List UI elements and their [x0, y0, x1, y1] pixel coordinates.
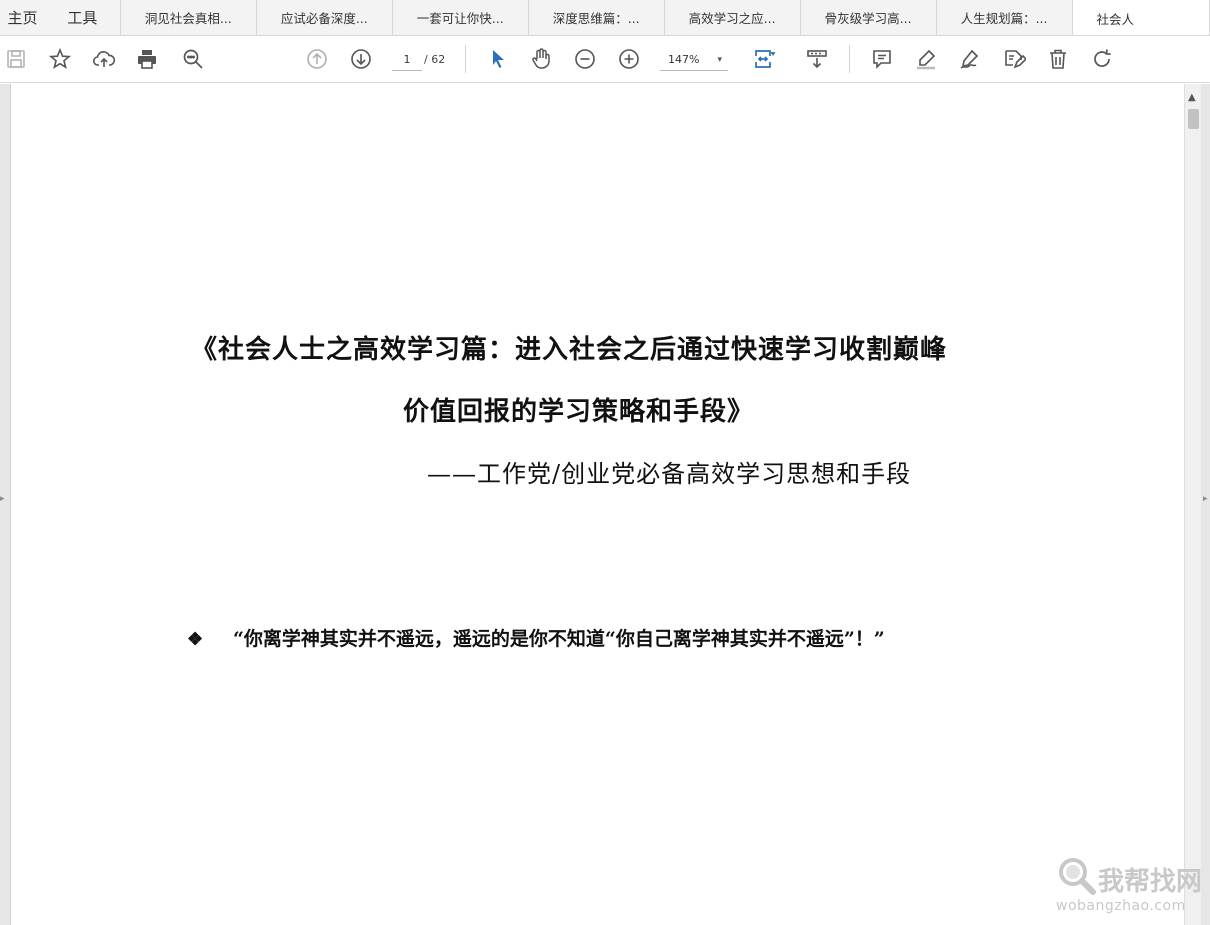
- menu-tools[interactable]: 工具: [45, 0, 121, 35]
- doc-tab-5[interactable]: 高效学习之应...: [665, 0, 801, 35]
- save-icon: [7, 50, 25, 68]
- doc-tab-7[interactable]: 人生规划篇：...: [937, 0, 1073, 35]
- toolbar: 1 / 62 147% ▾: [0, 36, 1210, 83]
- trash-icon: [1050, 49, 1066, 69]
- document-quote: ❖ “你离学神其实并不遥远，遥远的是你不知道“你自己离学神其实并不遥远”！”: [187, 624, 997, 655]
- doc-tab-6[interactable]: 骨灰级学习高...: [801, 0, 937, 35]
- magnifier-logo-icon: [1059, 858, 1096, 895]
- zoom-level-select[interactable]: 147% ▾: [660, 49, 728, 71]
- stamp-icon: [1005, 50, 1026, 69]
- page-total-label: / 62: [424, 53, 446, 66]
- select-tool-button[interactable]: [483, 44, 513, 74]
- star-icon: [48, 47, 72, 69]
- document-title-line-2: 价值回报的学习策略和手段》: [403, 397, 755, 427]
- doc-tab-2[interactable]: 应试必备深度...: [257, 0, 393, 35]
- highlight-icon: [917, 49, 936, 70]
- print-button[interactable]: [132, 44, 162, 74]
- quote-text: “你离学神其实并不遥远，遥远的是你不知道“你自己离学神其实并不遥远”！”: [233, 628, 885, 650]
- menu-home[interactable]: 主页: [0, 0, 45, 35]
- scroll-mode-icon: [807, 50, 827, 69]
- document-page: 《社会人士之高效学习篇：进入社会之后通过快速学习收割巅峰 价值回报的学习策略和手…: [10, 84, 1184, 925]
- toolbar-divider: [465, 45, 466, 73]
- watermark-domain: wobangzhao.com: [1056, 898, 1186, 914]
- highlight-button[interactable]: [911, 44, 941, 74]
- rotate-button[interactable]: [1087, 44, 1117, 74]
- doc-tab-active[interactable]: 社会人: [1072, 0, 1210, 35]
- cloud-upload-icon: [92, 51, 116, 67]
- document-title-line-1: 《社会人士之高效学习篇：进入社会之后通过快速学习收割巅峰: [191, 335, 948, 365]
- tab-bar: 主页 工具 洞见社会真相... 应试必备深度... 一套可让你快... 深度思维…: [0, 0, 1210, 36]
- printer-icon: [138, 50, 156, 69]
- delete-button[interactable]: [1043, 44, 1073, 74]
- cursor-icon: [493, 50, 504, 68]
- sign-icon: [960, 49, 979, 69]
- doc-tab-4[interactable]: 深度思维篇：...: [529, 0, 665, 35]
- zoom-level-value: 147%: [668, 53, 700, 66]
- zoom-out-icon: [575, 49, 595, 69]
- right-panel-toggle-icon[interactable]: ▸: [1203, 494, 1208, 504]
- comment-icon: [873, 50, 891, 69]
- bullet-diamond-icon: ❖: [187, 629, 204, 650]
- bookmark-button[interactable]: [45, 44, 75, 74]
- search-icon: [183, 49, 203, 69]
- scroll-mode-button[interactable]: [802, 44, 832, 74]
- watermark-title: 我帮找网: [1098, 867, 1203, 897]
- doc-tab-3[interactable]: 一套可让你快...: [393, 0, 529, 35]
- doc-tab-1[interactable]: 洞见社会真相...: [121, 0, 257, 35]
- stamp-button[interactable]: [999, 44, 1029, 74]
- document-subtitle: ——工作党/创业党必备高效学习思想和手段: [427, 460, 912, 488]
- site-watermark: 我帮找网 wobangzhao.com: [1056, 855, 1206, 920]
- document-viewer[interactable]: 《社会人士之高效学习篇：进入社会之后通过快速学习收割巅峰 价值回报的学习策略和手…: [0, 84, 1210, 925]
- toolbar-divider: [849, 45, 850, 73]
- next-page-button[interactable]: [346, 44, 376, 74]
- arrow-up-circle-icon: [307, 49, 327, 69]
- scroll-up-arrow-icon[interactable]: ▲: [1188, 92, 1196, 103]
- zoom-out-button[interactable]: [570, 44, 600, 74]
- rotate-icon: [1094, 49, 1111, 67]
- scroll-thumb[interactable]: [1188, 109, 1199, 129]
- fit-page-button[interactable]: [749, 44, 779, 74]
- left-panel-toggle-icon[interactable]: ▸: [0, 494, 5, 504]
- hand-tool-button[interactable]: [526, 44, 556, 74]
- prev-page-button[interactable]: [302, 44, 332, 74]
- pdf-reader-window: 主页 工具 洞见社会真相... 应试必备深度... 一套可让你快... 深度思维…: [0, 0, 1210, 925]
- zoom-in-button[interactable]: [614, 44, 644, 74]
- vertical-scrollbar[interactable]: ▲: [1184, 84, 1201, 925]
- find-button[interactable]: [178, 44, 208, 74]
- fit-page-icon: [755, 50, 776, 68]
- comment-button[interactable]: [867, 44, 897, 74]
- arrow-down-circle-icon: [351, 49, 371, 69]
- zoom-in-icon: [619, 49, 639, 69]
- save-button[interactable]: [1, 44, 31, 74]
- chevron-down-icon: ▾: [717, 55, 722, 65]
- sign-button[interactable]: [955, 44, 985, 74]
- upload-button[interactable]: [89, 44, 119, 74]
- hand-icon: [532, 48, 550, 69]
- page-number-input[interactable]: 1: [392, 49, 422, 71]
